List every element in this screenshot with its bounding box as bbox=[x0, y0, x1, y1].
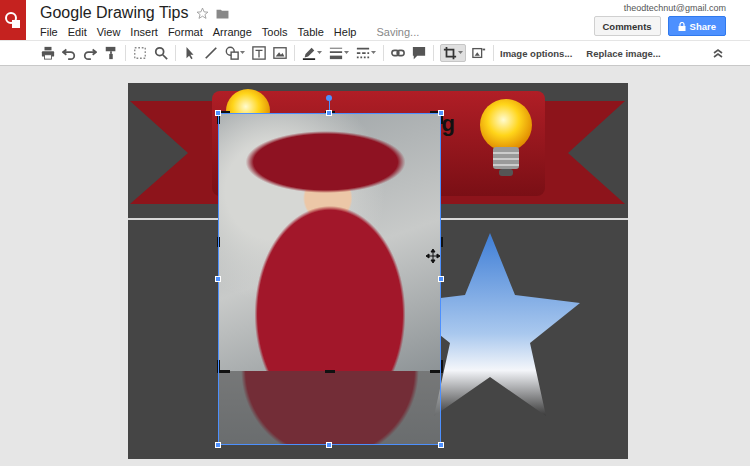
lightbulb-icon bbox=[480, 99, 532, 176]
toolbar: Image options... Replace image... bbox=[0, 40, 750, 66]
toolbar-text-button[interactable]: Replace image... bbox=[586, 48, 660, 59]
toolbar-separator bbox=[433, 45, 434, 61]
star-icon[interactable] bbox=[196, 7, 209, 20]
star-image[interactable] bbox=[418, 231, 588, 421]
mask-icon bbox=[472, 46, 486, 60]
undo-icon bbox=[62, 46, 76, 60]
document-title[interactable]: Google Drawing Tips bbox=[40, 4, 189, 22]
resize-handle[interactable] bbox=[438, 110, 444, 116]
crop-frame bbox=[219, 113, 441, 371]
menu-item[interactable]: Edit bbox=[68, 26, 87, 38]
menu-item[interactable]: Insert bbox=[130, 26, 158, 38]
lock-icon bbox=[678, 22, 686, 31]
crop-icon bbox=[443, 46, 457, 60]
dropdown-caret-icon bbox=[240, 51, 245, 55]
selectarea-icon bbox=[133, 46, 147, 60]
comment-icon bbox=[412, 46, 426, 60]
resize-handle[interactable] bbox=[215, 276, 221, 282]
zoom-icon bbox=[154, 46, 168, 60]
account-area: theodtechnut@gmail.com Comments Share bbox=[594, 0, 750, 40]
menu-bar: File Edit View Insert Format Arrange Tools Tabl… bbox=[40, 26, 594, 38]
share-button[interactable]: Share bbox=[668, 16, 726, 36]
dash-icon bbox=[356, 46, 370, 60]
menu-item[interactable]: Arrange bbox=[213, 26, 252, 38]
shape-button[interactable] bbox=[224, 44, 246, 62]
toolbar-separator bbox=[125, 45, 126, 61]
resize-handle[interactable] bbox=[326, 110, 332, 116]
cursor-button[interactable] bbox=[182, 44, 198, 62]
shape-icon bbox=[225, 46, 239, 60]
menu-item[interactable]: View bbox=[97, 26, 121, 38]
resize-handle[interactable] bbox=[438, 276, 444, 282]
weight-button[interactable] bbox=[328, 44, 350, 62]
line-icon bbox=[204, 46, 218, 60]
cropped-photo-area bbox=[219, 371, 441, 445]
undo-button[interactable] bbox=[61, 44, 77, 62]
toolbar-separator bbox=[383, 45, 384, 61]
textbox-icon bbox=[252, 46, 266, 60]
menu-item[interactable]: Help bbox=[334, 26, 357, 38]
menu-item[interactable]: Tools bbox=[262, 26, 288, 38]
dropdown-caret-icon bbox=[371, 51, 376, 55]
drawings-logo-icon[interactable] bbox=[0, 0, 26, 40]
image-icon bbox=[273, 46, 287, 60]
resize-handle[interactable] bbox=[215, 110, 221, 116]
print-icon bbox=[41, 46, 55, 60]
toolbar-separator bbox=[294, 45, 295, 61]
selectarea-button[interactable] bbox=[132, 44, 148, 62]
comments-button[interactable]: Comments bbox=[594, 16, 661, 36]
paint-button[interactable] bbox=[103, 44, 119, 62]
redo-button[interactable] bbox=[82, 44, 98, 62]
toolbar-text-button[interactable]: Image options... bbox=[500, 48, 572, 59]
collapse-chevron-icon[interactable] bbox=[712, 47, 724, 59]
print-button[interactable] bbox=[40, 44, 56, 62]
link-icon bbox=[391, 46, 405, 60]
zoom-button[interactable] bbox=[153, 44, 169, 62]
title-area: Google Drawing Tips File Edit View Insert For… bbox=[26, 0, 594, 40]
dropdown-caret-icon bbox=[458, 51, 463, 55]
toolbar-separator bbox=[175, 45, 176, 61]
canvas-area: ng bbox=[0, 66, 750, 466]
comment-button[interactable] bbox=[411, 44, 427, 62]
save-status: Saving... bbox=[376, 26, 419, 38]
drawing-page: ng bbox=[128, 83, 628, 459]
account-email[interactable]: theodtechnut@gmail.com bbox=[624, 3, 726, 13]
dropdown-caret-icon bbox=[344, 51, 349, 55]
textbox-button[interactable] bbox=[251, 44, 267, 62]
menu-item[interactable]: Table bbox=[298, 26, 324, 38]
dash-button[interactable] bbox=[355, 44, 377, 62]
crop-handle[interactable] bbox=[325, 370, 335, 373]
cursor-icon bbox=[183, 46, 197, 60]
image-button[interactable] bbox=[272, 44, 288, 62]
mask-button[interactable] bbox=[471, 44, 487, 62]
resize-handle[interactable] bbox=[215, 442, 221, 448]
move-cursor-icon bbox=[426, 249, 440, 263]
header: Google Drawing Tips File Edit View Insert For… bbox=[0, 0, 750, 40]
menu-item[interactable]: Format bbox=[168, 26, 203, 38]
graduate-photo[interactable] bbox=[219, 113, 441, 371]
weight-icon bbox=[329, 46, 343, 60]
resize-handle[interactable] bbox=[438, 442, 444, 448]
link-button[interactable] bbox=[390, 44, 406, 62]
crop-handle[interactable] bbox=[430, 360, 443, 373]
google-drawings-window: Google Drawing Tips File Edit View Insert For… bbox=[0, 0, 750, 466]
pen-button[interactable] bbox=[301, 44, 323, 62]
folder-icon[interactable] bbox=[216, 8, 229, 19]
dropdown-caret-icon bbox=[317, 51, 322, 55]
redo-icon bbox=[83, 46, 97, 60]
selection-box[interactable] bbox=[218, 113, 441, 445]
crop-button[interactable] bbox=[440, 44, 466, 62]
toolbar-separator bbox=[493, 45, 494, 61]
resize-handle[interactable] bbox=[326, 442, 332, 448]
pen-icon bbox=[302, 46, 316, 60]
rotate-handle[interactable] bbox=[326, 95, 332, 101]
menu-item[interactable]: File bbox=[40, 26, 58, 38]
paint-icon bbox=[104, 46, 118, 60]
line-button[interactable] bbox=[203, 44, 219, 62]
